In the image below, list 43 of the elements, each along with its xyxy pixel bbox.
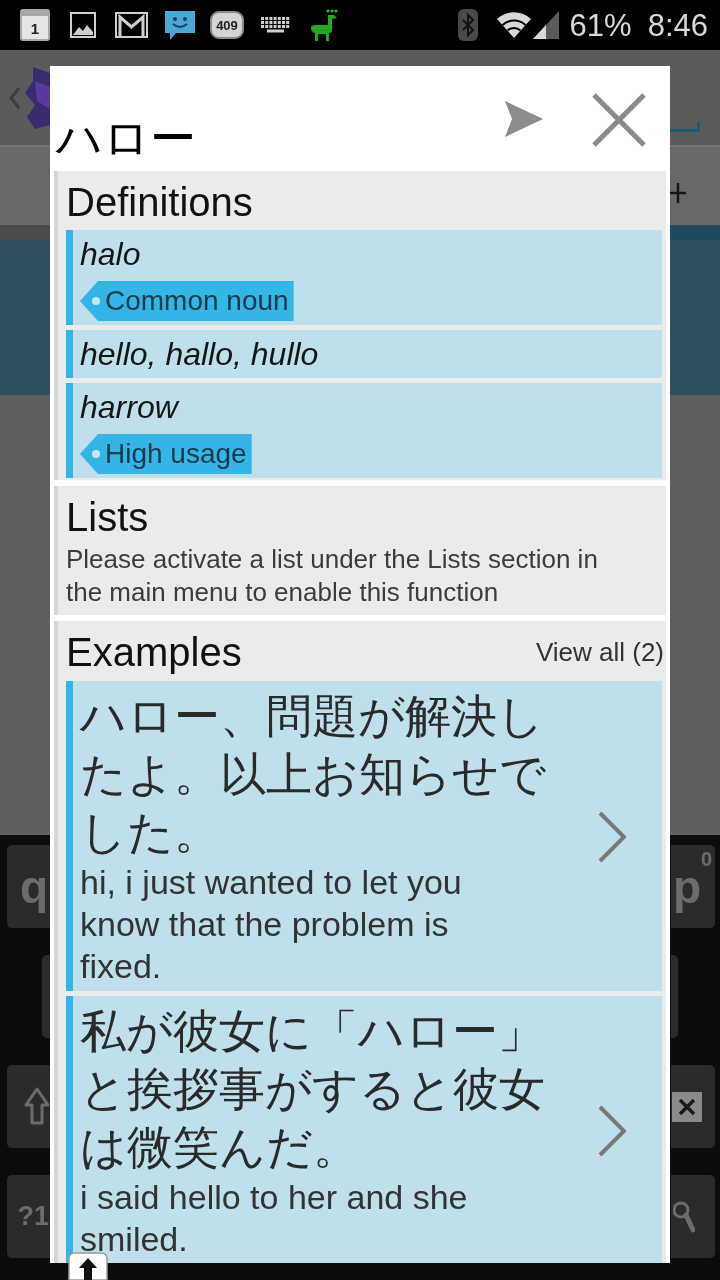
view-all-link[interactable]: View all (2) xyxy=(535,636,664,668)
example-item[interactable]: ハロー、問題が解決したよ。以上お知らせでした。 hi, i just wanted to let you know that the problem is fixed. xyxy=(66,681,662,991)
signal-icon xyxy=(532,11,559,39)
search-icon xyxy=(673,1199,695,1234)
lists-message: Please activate a list under the Lists section in the main menu to enable this function xyxy=(66,543,599,609)
section-heading: Definitions xyxy=(66,179,253,226)
up-arrow-icon[interactable] xyxy=(68,1252,108,1280)
dialog-title: ハロー xyxy=(56,111,196,166)
tag-hole-icon xyxy=(92,297,100,305)
english-translation: i said hello to her and she smiled. xyxy=(80,1177,469,1260)
backspace-icon xyxy=(672,1091,702,1122)
keyboard-icon xyxy=(261,17,290,33)
close-icon[interactable] xyxy=(592,93,646,147)
keyboard-key[interactable] xyxy=(671,1065,715,1148)
mail-icon xyxy=(115,12,148,38)
japanese-sentence: ハロー、問題が解決したよ。以上お知らせでした。 xyxy=(80,689,547,860)
section-heading: Lists xyxy=(66,494,149,541)
plus-icon xyxy=(670,183,686,203)
keyboard-key[interactable] xyxy=(671,1175,715,1258)
english-translation: hi, i just wanted to let you know that the problem is fixed. xyxy=(80,862,463,987)
chevron-right-icon xyxy=(598,811,626,863)
smiley-chat-icon xyxy=(163,9,197,41)
definition-text: halo xyxy=(80,235,141,274)
clock-time: 8:46 xyxy=(647,9,708,41)
tag-hole-icon xyxy=(92,450,100,458)
calendar-day: 1 xyxy=(30,19,40,39)
example-item[interactable]: 私が彼女に「ハロー」と挨拶事がすると彼女は微笑んだ。 i said hello to her and she smiled. xyxy=(66,996,662,1263)
chevron-right-icon xyxy=(598,1105,626,1157)
llama-icon xyxy=(308,9,338,41)
tag-text: High usage xyxy=(105,437,247,471)
shift-icon xyxy=(24,1086,50,1127)
message-count: 409 xyxy=(216,18,238,32)
send-icon[interactable] xyxy=(505,101,543,137)
section-heading: Examples xyxy=(66,629,242,676)
bluetooth-icon xyxy=(457,9,478,41)
battery-percent: 61% xyxy=(569,9,632,41)
definition-text: harrow xyxy=(80,388,178,427)
definition-text: hello, hallo, hullo xyxy=(80,335,319,374)
japanese-sentence: 私が彼女に「ハロー」と挨拶事がすると彼女は微笑んだ。 xyxy=(80,1004,546,1175)
keyboard-key[interactable] xyxy=(7,1065,50,1148)
chevron-left-icon xyxy=(9,86,21,109)
tag-text: Common noun xyxy=(105,284,289,318)
image-icon xyxy=(70,12,96,38)
